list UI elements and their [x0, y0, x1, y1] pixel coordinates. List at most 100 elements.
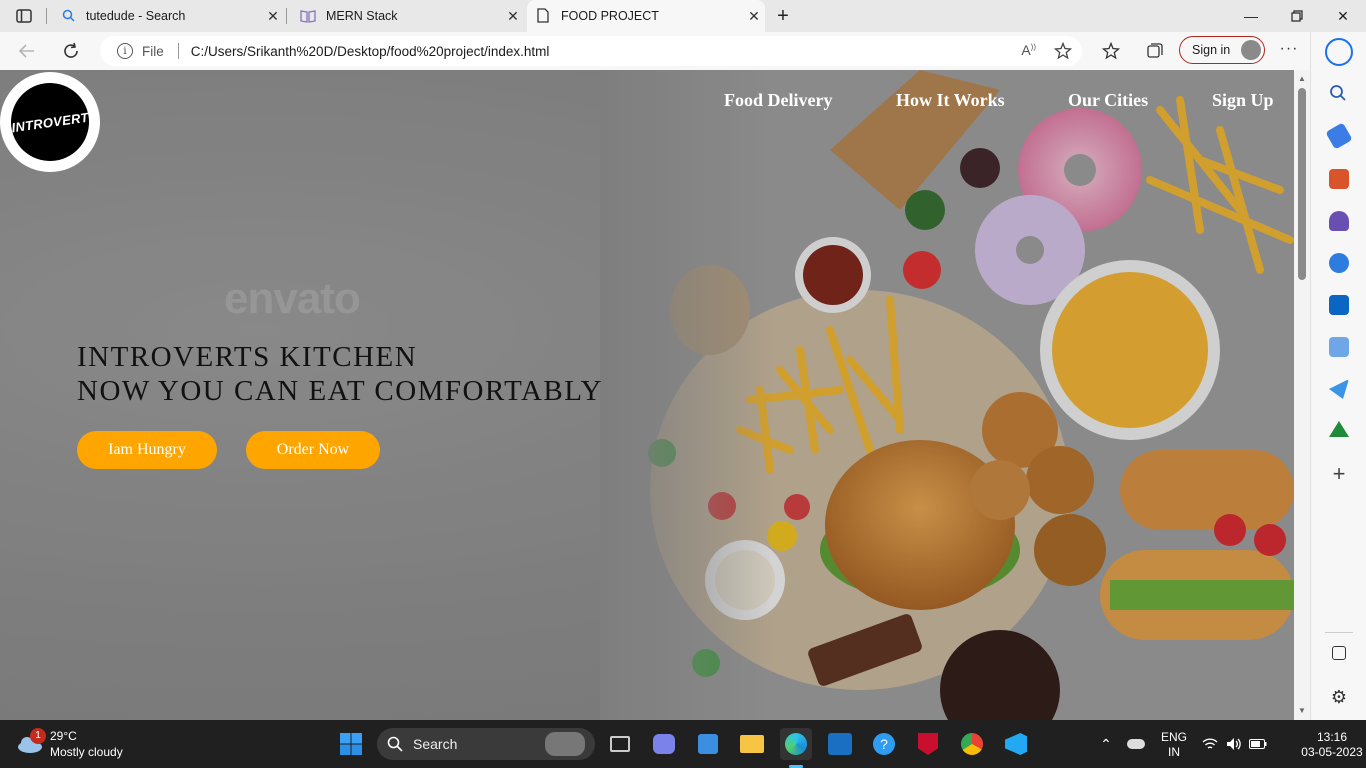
tools-icon[interactable] — [1329, 169, 1349, 189]
hero-subtitle: NOW YOU CAN EAT COMFORTABLY — [77, 375, 604, 407]
page-viewport: envato INTROVERT Food Delivery How It Wo… — [0, 70, 1294, 720]
hero-title: INTROVERTS KITCHEN — [77, 341, 418, 373]
wifi-icon[interactable] — [1198, 728, 1222, 760]
weather-widget[interactable]: 1 29°C Mostly cloudy — [16, 726, 156, 762]
book-icon — [300, 9, 316, 23]
taskbar-search-label: Search — [413, 736, 458, 752]
site-navigation: Food Delivery How It Works Our Cities Si… — [0, 90, 1294, 114]
search-icon[interactable] — [1329, 84, 1349, 104]
collections-icon[interactable] — [1144, 40, 1166, 62]
back-button[interactable] — [12, 37, 42, 65]
tab-separator — [46, 8, 47, 24]
windows-taskbar: 1 29°C Mostly cloudy Search ? ⌃ ENG IN 1… — [0, 720, 1366, 768]
nav-how-it-works[interactable]: How It Works — [896, 90, 1005, 111]
read-aloud-icon[interactable]: A)) — [1021, 42, 1036, 63]
more-options-icon[interactable]: ··· — [1278, 40, 1300, 62]
volume-icon[interactable] — [1222, 728, 1246, 760]
microsoft-store-icon[interactable] — [692, 728, 724, 760]
microsoft-365-icon[interactable] — [1329, 253, 1349, 273]
tab-strip: tutedude - Search ✕ MERN Stack ✕ FOOD PR… — [0, 0, 1366, 32]
new-tab-button[interactable]: + — [771, 4, 795, 28]
divider — [177, 43, 179, 59]
bing-copilot-icon[interactable] — [1325, 38, 1353, 66]
language-code: ENG — [1160, 730, 1187, 744]
tab-title: tutedude - Search — [86, 9, 186, 23]
designer-icon[interactable] — [1329, 337, 1349, 357]
add-favorite-icon[interactable] — [1053, 41, 1073, 63]
weather-condition: Mostly cloudy — [50, 745, 123, 759]
temperature: 29°C — [50, 729, 77, 743]
chrome-icon[interactable] — [956, 728, 988, 760]
send-icon[interactable] — [1329, 379, 1349, 399]
myhp-icon[interactable] — [824, 728, 856, 760]
task-view-icon[interactable] — [604, 728, 636, 760]
page-scrollbar[interactable]: ▲ ▼ — [1294, 70, 1310, 720]
edge-browser-icon[interactable] — [780, 728, 812, 760]
add-icon[interactable]: + — [1329, 463, 1349, 485]
scheme-label: File — [142, 43, 164, 59]
scroll-up-icon[interactable]: ▲ — [1297, 74, 1307, 84]
koala-icon — [545, 732, 585, 756]
games-icon[interactable] — [1329, 211, 1349, 231]
battery-icon[interactable] — [1246, 728, 1270, 760]
site-logo[interactable]: INTROVERT — [0, 72, 100, 172]
tab-title: MERN Stack — [326, 9, 398, 23]
scrollbar-thumb[interactable] — [1298, 88, 1306, 280]
iam-hungry-button[interactable]: Iam Hungry — [77, 431, 217, 469]
page-icon — [537, 8, 551, 24]
tab-separator — [286, 8, 287, 24]
notification-badge: 1 — [30, 728, 46, 744]
chevron-up-icon[interactable]: ⌃ — [1090, 728, 1122, 760]
clock-date: 03-05-2023 — [1301, 745, 1363, 759]
divider — [1325, 632, 1353, 633]
outlook-icon[interactable] — [1329, 295, 1349, 315]
settings-gear-icon[interactable]: ⚙ — [1329, 687, 1349, 707]
address-bar[interactable]: i File C:/Users/Srikanth%20D/Desktop/foo… — [100, 36, 1082, 66]
tree-icon[interactable] — [1329, 421, 1349, 437]
scroll-down-icon[interactable]: ▼ — [1297, 706, 1307, 716]
watermark-text: envato — [224, 274, 361, 323]
sign-in-label: Sign in — [1192, 43, 1231, 57]
hero-headline: INTROVERTS KITCHEN NOW YOU CAN EAT COMFO… — [77, 340, 603, 408]
tab-mern-stack[interactable]: MERN Stack ✕ — [288, 0, 524, 32]
info-icon[interactable]: i — [117, 43, 133, 59]
nav-sign-up[interactable]: Sign Up — [1212, 90, 1274, 111]
browser-toolbar: i File C:/Users/Srikanth%20D/Desktop/foo… — [0, 32, 1366, 70]
tab-title: FOOD PROJECT — [561, 9, 659, 23]
food-background-image — [600, 70, 1294, 720]
search-icon — [387, 736, 403, 752]
mcafee-icon[interactable] — [912, 728, 944, 760]
restore-button[interactable] — [1274, 0, 1320, 32]
close-window-button[interactable]: ✕ — [1320, 0, 1366, 32]
help-icon[interactable]: ? — [868, 728, 900, 760]
vscode-icon[interactable] — [1000, 728, 1032, 760]
refresh-button[interactable] — [56, 37, 86, 65]
edge-sidebar: + ⚙ — [1310, 32, 1366, 720]
order-now-button[interactable]: Order Now — [246, 431, 380, 469]
avatar — [1241, 40, 1261, 60]
close-icon[interactable]: ✕ — [743, 5, 765, 27]
close-icon[interactable]: ✕ — [502, 5, 524, 27]
windows-start-icon[interactable] — [335, 728, 367, 760]
search-icon — [62, 9, 76, 23]
onedrive-cloud-icon[interactable] — [1120, 728, 1152, 760]
nav-our-cities[interactable]: Our Cities — [1068, 90, 1148, 111]
tab-food-project[interactable]: FOOD PROJECT ✕ — [527, 0, 765, 32]
close-icon[interactable]: ✕ — [262, 5, 284, 27]
teams-chat-icon[interactable] — [648, 728, 680, 760]
language-indicator[interactable]: ENG IN — [1158, 730, 1190, 760]
clock[interactable]: 13:16 03-05-2023 — [1296, 730, 1366, 760]
nav-food-delivery[interactable]: Food Delivery — [724, 90, 832, 111]
minimize-button[interactable]: — — [1228, 0, 1274, 32]
file-explorer-icon[interactable] — [736, 728, 768, 760]
sidebar-toggle-icon[interactable] — [1332, 646, 1346, 660]
tab-actions-icon[interactable] — [10, 6, 38, 26]
shopping-tag-icon[interactable] — [1325, 122, 1353, 150]
clock-time: 13:16 — [1316, 730, 1348, 744]
tab-tutedude-search[interactable]: tutedude - Search ✕ — [50, 0, 284, 32]
sign-in-button[interactable]: Sign in — [1179, 36, 1265, 64]
favorites-icon[interactable] — [1100, 40, 1122, 62]
url-text[interactable]: C:/Users/Srikanth%20D/Desktop/food%20pro… — [191, 44, 550, 59]
region-code: IN — [1168, 745, 1180, 759]
taskbar-search-box[interactable]: Search — [377, 728, 595, 760]
